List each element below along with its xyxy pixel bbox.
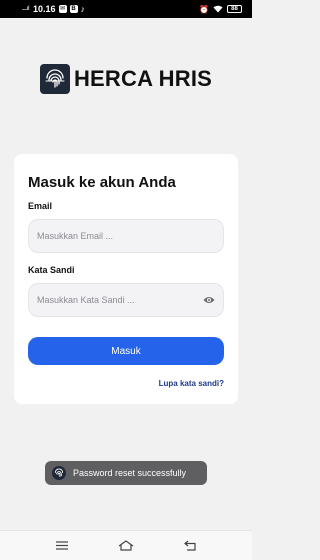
password-field[interactable]: Masukkan Kata Sandi ... [28,283,224,317]
login-heading: Masuk ke akun Anda [28,174,176,191]
email-label: Email [28,201,53,211]
toast-notification: Password reset successfully [45,461,207,485]
status-left: ....ıl 10.16 ✉ B ♪ [22,4,85,14]
fingerprint-icon [52,466,66,480]
password-placeholder: Masukkan Kata Sandi ... [37,295,135,305]
message-icon: ✉ [58,5,67,13]
home-icon[interactable] [117,537,135,555]
status-time: 10.16 [33,4,56,14]
forgot-password-link[interactable]: Lupa kata sandi? [28,379,224,388]
fingerprint-icon [39,64,70,94]
login-card: Masuk ke akun Anda Email Masukkan Email … [14,154,238,404]
b-icon: B [69,5,78,13]
status-right: ⏰ 88 [199,5,242,14]
system-nav-bar [0,530,252,560]
signal-dots: ....ıl [22,6,30,12]
alarm-icon: ⏰ [199,4,209,14]
email-placeholder: Masukkan Email ... [37,231,114,241]
tiktok-icon: ♪ [80,4,86,14]
email-field[interactable]: Masukkan Email ... [28,219,224,253]
toast-message: Password reset successfully [73,468,187,478]
eye-icon[interactable] [203,294,215,306]
app-header: HERCA HRIS [0,64,252,94]
status-bar: ....ıl 10.16 ✉ B ♪ ⏰ 88 [0,0,252,18]
menu-icon[interactable] [53,537,71,555]
battery-icon: 88 [227,5,242,13]
password-label: Kata Sandi [28,265,75,275]
app-title: HERCA HRIS [73,66,213,91]
login-button[interactable]: Masuk [28,337,224,365]
wifi-icon [213,5,223,13]
back-icon[interactable] [181,537,199,555]
